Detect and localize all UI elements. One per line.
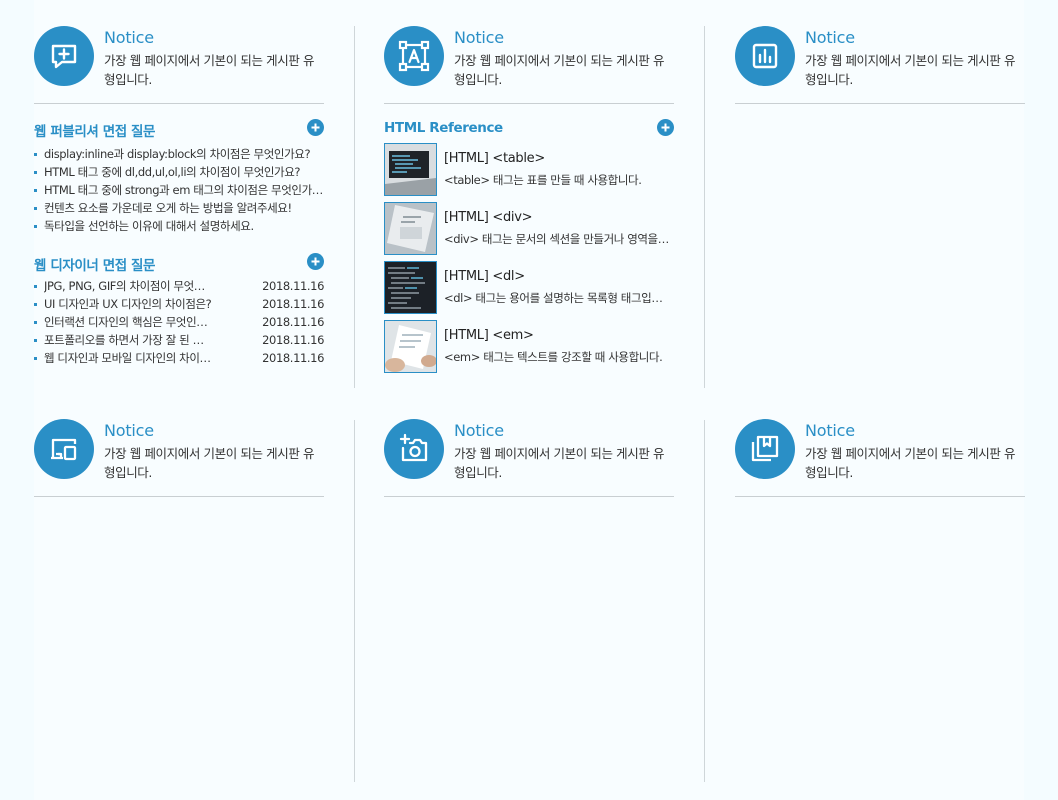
card-description: 가장 웹 페이지에서 기본이 되는 게시판 유형입니다. — [104, 446, 315, 480]
more-plus-icon[interactable] — [307, 119, 324, 136]
column-divider — [354, 420, 355, 782]
list-item[interactable]: 인터랙션 디자인의 핵심은 무엇인가요? 2018.11.16 — [34, 313, 324, 331]
item-title: 인터랙션 디자인의 핵심은 무엇인가요? — [44, 315, 214, 329]
document-hands-thumbnail[interactable] — [384, 320, 437, 373]
card-header: Notice 가장 웹 페이지에서 기본이 되는 게시판 유형입니다. — [384, 393, 674, 497]
list-item[interactable]: JPG, PNG, GIF의 차이점이 무엇인가요? 2018.11.16 — [34, 277, 324, 295]
publisher-section-title[interactable]: 웹 퍼블리셔 면접 질문 — [34, 120, 155, 140]
column-divider — [354, 26, 355, 388]
board-card-2: Notice 가장 웹 페이지에서 기본이 되는 게시판 유형입니다. HTML… — [384, 0, 674, 390]
more-plus-icon[interactable] — [657, 119, 674, 136]
card-title[interactable]: Notice — [454, 28, 504, 47]
page: Notice 가장 웹 페이지에서 기본이 되는 게시판 유형입니다. 웹 퍼블… — [0, 0, 1058, 800]
laptop-code-thumbnail[interactable] — [384, 143, 437, 196]
card-header: Notice 가장 웹 페이지에서 기본이 되는 게시판 유형입니다. — [384, 0, 674, 104]
publisher-question-list: display:inline과 display:block의 차이점은 무엇인가… — [34, 145, 324, 235]
board-card-4: Notice 가장 웹 페이지에서 기본이 되는 게시판 유형입니다. — [34, 393, 324, 497]
item-date: 2018.11.16 — [262, 315, 324, 329]
list-item[interactable]: display:inline과 display:block의 차이점은 무엇인가… — [34, 145, 324, 163]
item-title: 웹 디자인과 모바일 디자인의 차이점은? — [44, 351, 214, 365]
camera-plus-icon[interactable] — [384, 419, 444, 479]
card-header: Notice 가장 웹 페이지에서 기본이 되는 게시판 유형입니다. — [34, 393, 324, 497]
card-header: Notice 가장 웹 페이지에서 기본이 되는 게시판 유형입니다. — [735, 0, 1025, 104]
card-title[interactable]: Notice — [805, 421, 855, 440]
card-title[interactable]: Notice — [805, 28, 855, 47]
reference-item[interactable]: [HTML] <div> <div> 태그는 문서의 섹션을 만들거나 영역을 … — [384, 202, 674, 255]
card-title[interactable]: Notice — [104, 421, 154, 440]
code-screen-thumbnail[interactable] — [384, 261, 437, 314]
card-description: 가장 웹 페이지에서 기본이 되는 게시판 유형입니다. — [454, 446, 665, 480]
list-item[interactable]: HTML 태그 중에 dl,dd,ul,ol,li의 차이점이 무엇인가요? — [34, 163, 324, 181]
reference-title: [HTML] <dl> — [444, 269, 525, 284]
reference-item[interactable]: [HTML] <table> <table> 태그는 표를 만들 때 사용합니다… — [384, 143, 674, 196]
reference-description: <table> 태그는 표를 만들 때 사용합니다. — [444, 173, 642, 187]
text-select-icon[interactable] — [384, 26, 444, 86]
card-description: 가장 웹 페이지에서 기본이 되는 게시판 유형입니다. — [454, 53, 665, 87]
column-divider — [704, 26, 705, 388]
reference-description: <div> 태그는 문서의 섹션을 만들거나 영역을 구분할 때 사용합니다. — [444, 232, 672, 246]
list-item[interactable]: UI 디자인과 UX 디자인의 차이점은? 2018.11.16 — [34, 295, 324, 313]
list-item[interactable]: 컨텐츠 요소를 가운데로 오게 하는 방법을 알려주세요! — [34, 199, 324, 217]
bookmark-book-icon[interactable] — [735, 419, 795, 479]
reference-section-title[interactable]: HTML Reference — [384, 120, 503, 136]
more-plus-icon[interactable] — [307, 253, 324, 270]
item-date: 2018.11.16 — [262, 333, 324, 347]
list-item[interactable]: HTML 태그 중에 strong과 em 태그의 차이점은 무엇인가요? — [34, 181, 324, 199]
devices-icon[interactable] — [34, 419, 94, 479]
reference-item[interactable]: [HTML] <dl> <dl> 태그는 용어를 설명하는 목록형 태그입니다. — [384, 261, 674, 314]
item-date: 2018.11.16 — [262, 297, 324, 311]
list-item[interactable]: 포트폴리오를 하면서 가장 잘 된 점은? 2018.11.16 — [34, 331, 324, 349]
item-title: JPG, PNG, GIF의 차이점이 무엇인가요? — [44, 279, 214, 293]
item-date: 2018.11.16 — [262, 279, 324, 293]
reference-title: [HTML] <em> — [444, 328, 534, 343]
board-card-3: Notice 가장 웹 페이지에서 기본이 되는 게시판 유형입니다. — [735, 0, 1025, 390]
reference-description: <em> 태그는 텍스트를 강조할 때 사용합니다. — [444, 350, 663, 364]
reference-title: [HTML] <table> — [444, 151, 545, 166]
board-card-1: Notice 가장 웹 페이지에서 기본이 되는 게시판 유형입니다. 웹 퍼블… — [34, 0, 324, 390]
list-item[interactable]: 독타입을 선언하는 이유에 대해서 설명하세요. — [34, 217, 324, 235]
card-title[interactable]: Notice — [104, 28, 154, 47]
column-divider — [704, 420, 705, 782]
item-title: 포트폴리오를 하면서 가장 잘 된 점은? — [44, 333, 214, 347]
board-card-5: Notice 가장 웹 페이지에서 기본이 되는 게시판 유형입니다. — [384, 393, 674, 497]
reference-title: [HTML] <div> — [444, 210, 533, 225]
message-plus-icon[interactable] — [34, 26, 94, 86]
item-title: UI 디자인과 UX 디자인의 차이점은? — [44, 297, 212, 311]
item-date: 2018.11.16 — [262, 351, 324, 365]
card-header: Notice 가장 웹 페이지에서 기본이 되는 게시판 유형입니다. — [34, 0, 324, 104]
list-item[interactable]: 웹 디자인과 모바일 디자인의 차이점은? 2018.11.16 — [34, 349, 324, 367]
card-description: 가장 웹 페이지에서 기본이 되는 게시판 유형입니다. — [805, 53, 1016, 87]
designer-question-list: JPG, PNG, GIF의 차이점이 무엇인가요? 2018.11.16 UI … — [34, 277, 324, 367]
designer-section-title[interactable]: 웹 디자이너 면접 질문 — [34, 254, 155, 274]
tablet-design-thumbnail[interactable] — [384, 202, 437, 255]
board-card-6: Notice 가장 웹 페이지에서 기본이 되는 게시판 유형입니다. — [735, 393, 1025, 497]
card-title[interactable]: Notice — [454, 421, 504, 440]
card-header: Notice 가장 웹 페이지에서 기본이 되는 게시판 유형입니다. — [735, 393, 1025, 497]
content-area: Notice 가장 웹 페이지에서 기본이 되는 게시판 유형입니다. 웹 퍼블… — [34, 0, 1025, 800]
card-description: 가장 웹 페이지에서 기본이 되는 게시판 유형입니다. — [805, 446, 1016, 480]
reference-item[interactable]: [HTML] <em> <em> 태그는 텍스트를 강조할 때 사용합니다. — [384, 320, 674, 373]
reference-description: <dl> 태그는 용어를 설명하는 목록형 태그입니다. — [444, 291, 672, 305]
bar-chart-icon[interactable] — [735, 26, 795, 86]
card-description: 가장 웹 페이지에서 기본이 되는 게시판 유형입니다. — [104, 53, 315, 87]
